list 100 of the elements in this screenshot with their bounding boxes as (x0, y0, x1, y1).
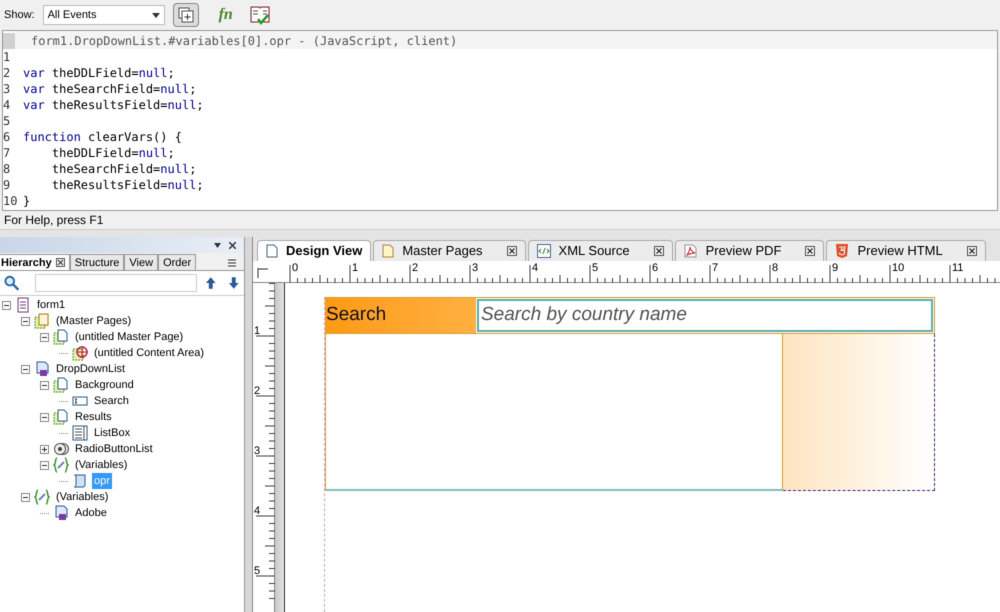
close-icon[interactable] (229, 242, 236, 248)
search-field[interactable] (35, 274, 197, 292)
radio-button-icon (53, 441, 69, 457)
collapse-icon[interactable] (40, 460, 49, 470)
ruler-number: 6 (652, 262, 658, 274)
page-icon (53, 377, 69, 393)
search-field[interactable]: Search by country name (477, 299, 933, 332)
html5-icon (835, 244, 850, 258)
tree-item[interactable]: (Variables) (54, 489, 110, 505)
collapse-icon[interactable] (40, 412, 49, 422)
ruler-number: 3 (472, 262, 478, 274)
ruler-number: 2 (254, 385, 260, 397)
ruler-number: 2 (412, 262, 418, 274)
arrow-down-icon[interactable] (228, 276, 240, 290)
close-icon[interactable] (506, 246, 517, 256)
line-number: 7 (3, 145, 12, 161)
ruler-origin-icon[interactable] (257, 268, 269, 278)
ruler-number: 0 (292, 262, 298, 274)
line-number: 8 (3, 161, 12, 177)
ruler-number: 3 (254, 445, 260, 457)
dropdown-icon[interactable] (214, 242, 221, 248)
editor-tab[interactable]: XML Source (528, 240, 673, 261)
line-number: 10 (3, 193, 18, 209)
code-line: theResultsField=null; (50, 177, 204, 193)
close-icon[interactable] (966, 246, 977, 256)
tree-item[interactable]: RadioButtonList (73, 441, 155, 457)
insert-icon (178, 7, 194, 23)
events-dropdown[interactable]: All Events (42, 5, 165, 25)
collapse-icon[interactable] (40, 332, 49, 342)
code-icon (536, 244, 551, 258)
editor-tab[interactable]: Preview HTML (826, 240, 986, 261)
form-icon (15, 297, 31, 313)
ruler-number: 11 (952, 262, 964, 274)
tree-item[interactable]: Adobe (73, 505, 109, 521)
editor-tab[interactable]: Preview PDF (674, 240, 824, 261)
close-icon[interactable] (654, 246, 664, 256)
panel-tab[interactable]: Hierarchy (0, 254, 70, 270)
variables-icon (53, 457, 69, 473)
page-icon (266, 244, 278, 258)
tree-item[interactable]: Search (92, 393, 131, 409)
insert-button[interactable] (172, 3, 199, 27)
target-icon (72, 345, 88, 361)
editor-tab[interactable]: Master Pages (373, 240, 526, 261)
panel-tab[interactable]: Order (158, 254, 196, 270)
show-label: Show: (4, 8, 35, 23)
ruler-number: 1 (254, 325, 260, 337)
close-icon[interactable] (805, 246, 816, 256)
collapse-icon[interactable] (40, 380, 49, 390)
line-number: 4 (3, 97, 12, 113)
ruler-number: 4 (532, 262, 538, 274)
ruler-number: 9 (832, 262, 838, 274)
tree-item[interactable]: (untitled Content Area) (92, 345, 206, 361)
tree-item[interactable]: (Variables) (73, 457, 130, 473)
ruler-number: 10 (892, 262, 904, 274)
line-number: 9 (3, 177, 12, 193)
collapse-icon[interactable] (2, 300, 11, 310)
tree-item[interactable]: Results (73, 409, 114, 425)
check-syntax-icon[interactable] (248, 4, 271, 26)
pages-icon (34, 313, 50, 329)
arrow-up-icon[interactable] (204, 276, 216, 290)
code-line: function clearVars() { (23, 129, 182, 145)
line-number: 5 (3, 113, 12, 129)
panel-tab[interactable]: Structure (70, 254, 124, 270)
panel-tab[interactable]: View (124, 254, 158, 270)
tree-item[interactable]: form1 (35, 297, 68, 313)
tree-item[interactable]: Background (73, 377, 136, 393)
code-line: var theDDLField=null; (23, 65, 175, 81)
collapse-icon[interactable] (21, 316, 30, 326)
code-line: theSearchField=null; (50, 161, 196, 177)
line-number: 6 (3, 129, 12, 145)
tree-item[interactable]: DropDownList (54, 361, 128, 377)
search-icon (4, 275, 20, 291)
code-line: var theResultsField=null; (23, 97, 204, 113)
script-header: form1.DropDownList.#variables[0].opr - (JavaScript, client) (15, 31, 997, 49)
expand-icon[interactable] (40, 444, 49, 454)
tree-item[interactable]: (Master Pages) (54, 313, 134, 329)
tree-item[interactable]: (untitled Master Page) (73, 329, 186, 345)
tree-item[interactable]: ListBox (92, 425, 132, 441)
collapse-icon[interactable] (21, 364, 30, 374)
pdf-icon (684, 244, 698, 258)
caret-icon (152, 12, 160, 18)
close-icon[interactable] (56, 258, 65, 267)
function-button[interactable]: fn (214, 3, 237, 27)
status-text: For Help, press F1 (4, 212, 104, 229)
page-icon (53, 409, 69, 425)
subform-icon (53, 505, 69, 521)
line-number: 3 (3, 81, 12, 97)
code-line: theDDLField=null; (50, 145, 175, 161)
collapse-icon[interactable] (21, 492, 30, 502)
list-box-icon (72, 425, 88, 441)
variables-icon (34, 489, 50, 505)
page-icon (382, 244, 394, 258)
ruler-number: 7 (712, 262, 718, 274)
code-line: } (23, 193, 30, 209)
line-number: 2 (3, 65, 12, 81)
ruler-number: 1 (352, 262, 358, 274)
editor-tab[interactable]: Design View (257, 240, 372, 261)
code-line: var theSearchField=null; (23, 81, 196, 97)
search-label: Search (326, 298, 476, 333)
scroll-icon (72, 473, 88, 489)
